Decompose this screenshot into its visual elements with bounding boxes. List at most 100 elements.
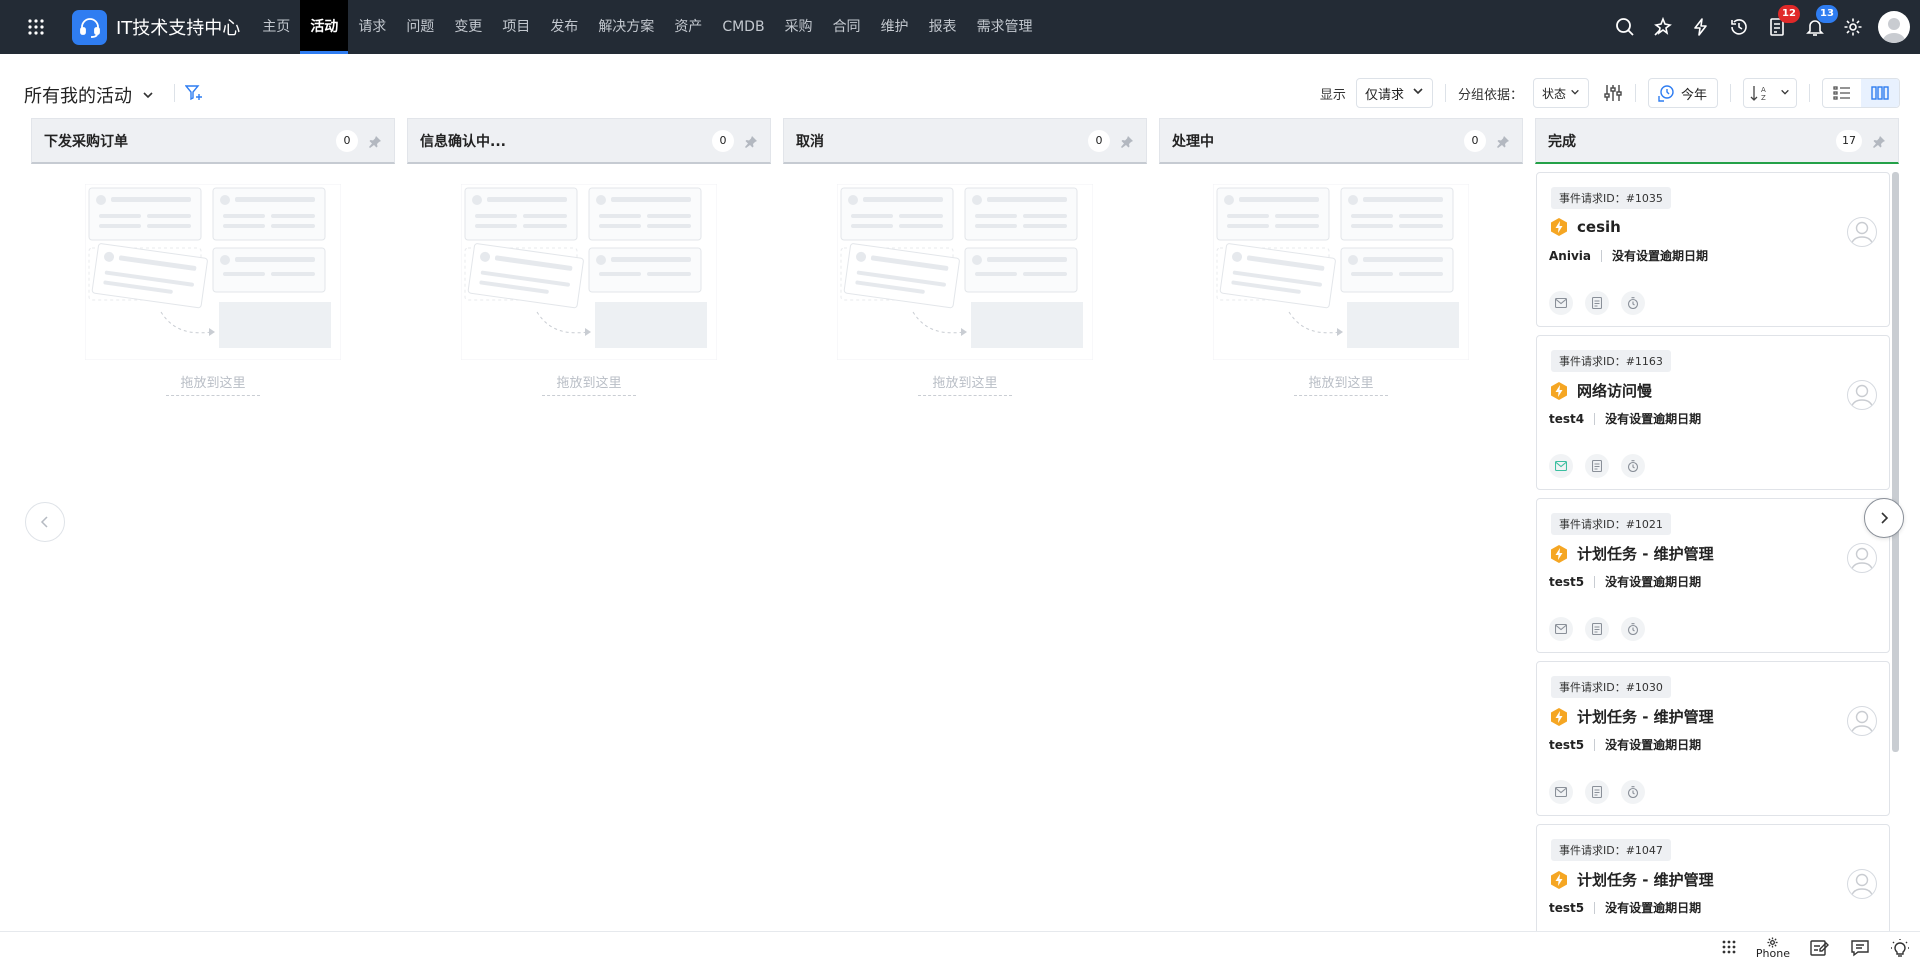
note-icon[interactable] [1585, 291, 1609, 315]
pin-icon[interactable] [368, 134, 382, 148]
timer-icon[interactable] [1621, 780, 1645, 804]
priority-icon [1549, 381, 1569, 401]
board-column: 处理中 0 拖放到这里 [1159, 118, 1523, 396]
column-scrollbar[interactable] [1892, 172, 1899, 752]
pin-icon[interactable] [1120, 134, 1134, 148]
date-range-value: 今年 [1680, 87, 1707, 103]
priority-icon [1549, 217, 1569, 237]
technician-avatar[interactable] [1847, 869, 1877, 899]
drop-zone[interactable]: 拖放到这里 [31, 372, 395, 396]
pin-icon[interactable] [744, 134, 758, 148]
group-by-select[interactable]: 状态 [1532, 78, 1589, 108]
history-icon[interactable] [1720, 0, 1758, 54]
magic-wand-icon[interactable] [1644, 0, 1682, 54]
nav-tab-13[interactable]: 报表 [919, 0, 967, 54]
bottom-bar: Phone [0, 931, 1920, 963]
technician-avatar[interactable] [1847, 217, 1877, 247]
column-header[interactable]: 完成 17 [1535, 118, 1899, 164]
mail-icon[interactable] [1549, 454, 1573, 478]
nav-tab-2[interactable]: 请求 [348, 0, 396, 54]
drop-zone-label: 拖放到这里 [166, 376, 260, 396]
nav-tab-8[interactable]: 资产 [664, 0, 712, 54]
apps-grid-icon[interactable] [0, 0, 72, 54]
request-card[interactable]: 事件请求ID：#1035 cesih Anivia 没有设置逾期日期 [1536, 172, 1890, 327]
user-avatar[interactable] [1878, 11, 1910, 43]
request-title[interactable]: 网络访问慢 [1577, 380, 1652, 401]
nav-tab-3[interactable]: 问题 [396, 0, 444, 54]
timer-icon[interactable] [1621, 617, 1645, 641]
mail-icon[interactable] [1549, 780, 1573, 804]
mail-icon[interactable] [1549, 291, 1573, 315]
nav-tab-12[interactable]: 维护 [871, 0, 919, 54]
nav-tab-14[interactable]: 需求管理 [967, 0, 1043, 54]
nav-tab-6[interactable]: 发布 [540, 0, 588, 54]
nav-tab-0[interactable]: 主页 [252, 0, 300, 54]
svg-text:Z: Z [1761, 94, 1766, 102]
note-icon[interactable] [1585, 617, 1609, 641]
technician-avatar[interactable] [1847, 706, 1877, 736]
group-by-value: 状态 [1541, 86, 1566, 101]
add-filter-icon[interactable] [174, 84, 203, 102]
request-title[interactable]: 计划任务 - 维护管理 [1577, 706, 1714, 727]
pin-icon[interactable] [1496, 134, 1510, 148]
chevron-right-icon [1881, 512, 1889, 524]
pin-icon[interactable] [1872, 134, 1886, 148]
nav-tab-1[interactable]: 活动 [300, 0, 349, 54]
nav-tab-10[interactable]: 采购 [775, 0, 823, 54]
nav-tab-5[interactable]: 项目 [492, 0, 540, 54]
technician-avatar[interactable] [1847, 380, 1877, 410]
drop-zone[interactable]: 拖放到这里 [1159, 372, 1523, 396]
sort-select[interactable]: AZ [1743, 78, 1797, 108]
lightbulb-icon[interactable] [1880, 932, 1920, 963]
request-title[interactable]: cesih [1577, 218, 1621, 236]
request-card[interactable]: 事件请求ID：#1163 网络访问慢 test4 没有设置逾期日期 [1536, 335, 1890, 490]
timer-icon[interactable] [1621, 454, 1645, 478]
column-header[interactable]: 信息确认中... 0 [407, 118, 771, 164]
show-select[interactable]: 仅请求 [1355, 78, 1433, 108]
nav-tab-9[interactable]: CMDB [712, 0, 774, 54]
request-title[interactable]: 计划任务 - 维护管理 [1577, 869, 1714, 890]
view-selector[interactable]: 所有我的活动 [24, 82, 154, 108]
drop-zone-label: 拖放到这里 [1294, 376, 1388, 396]
brand[interactable]: IT技术支持中心 [72, 0, 240, 54]
request-title[interactable]: 计划任务 - 维护管理 [1577, 543, 1714, 564]
nav-tab-4[interactable]: 变更 [444, 0, 492, 54]
request-card[interactable]: 事件请求ID：#1030 计划任务 - 维护管理 test5 没有设置逾期日期 [1536, 661, 1890, 816]
lightning-icon[interactable] [1682, 0, 1720, 54]
request-card[interactable]: 事件请求ID：#1047 计划任务 - 维护管理 test5 没有设置逾期日期 [1536, 824, 1890, 931]
gear-icon[interactable] [1834, 0, 1872, 54]
nav-tab-11[interactable]: 合同 [823, 0, 871, 54]
scroll-right-button[interactable] [1864, 498, 1904, 538]
divider [1594, 412, 1596, 425]
phone-settings-button[interactable]: Phone [1746, 932, 1800, 963]
column-title: 取消 [796, 133, 824, 150]
request-card[interactable]: 事件请求ID：#1021 计划任务 - 维护管理 test5 没有设置逾期日期 [1536, 498, 1890, 653]
top-navigation: IT技术支持中心 主页 活动 请求 问题 变更 项目 发布 解决方案 资产 CMDB 采购 合同 维护报… [0, 0, 1920, 54]
requester-name: test5 [1549, 900, 1585, 915]
list-view-icon[interactable] [1823, 79, 1861, 107]
drop-zone[interactable]: 拖放到这里 [783, 372, 1147, 396]
bell-icon[interactable]: 13 [1796, 0, 1838, 54]
drop-zone[interactable]: 拖放到这里 [407, 372, 771, 396]
column-header[interactable]: 处理中 0 [1159, 118, 1523, 164]
column-header[interactable]: 取消 0 [783, 118, 1147, 164]
note-icon[interactable] [1585, 780, 1609, 804]
technician-avatar[interactable] [1847, 543, 1877, 573]
dialpad-icon[interactable] [1712, 932, 1746, 963]
column-count: 0 [1464, 129, 1486, 152]
priority-icon [1549, 707, 1569, 727]
tasks-icon[interactable]: 12 [1758, 0, 1800, 54]
note-icon[interactable] [1585, 454, 1609, 478]
sliders-icon[interactable] [1603, 78, 1623, 108]
search-icon[interactable] [1606, 0, 1644, 54]
divider [1634, 84, 1636, 102]
chat-icon[interactable] [1840, 932, 1880, 963]
notes-icon[interactable] [1800, 932, 1840, 963]
timer-icon[interactable] [1621, 291, 1645, 315]
mail-icon[interactable] [1549, 617, 1573, 641]
kanban-view-icon[interactable] [1861, 79, 1899, 107]
nav-tab-7[interactable]: 解决方案 [588, 0, 664, 54]
column-header[interactable]: 下发采购订单 0 [31, 118, 395, 164]
date-range-button[interactable]: 今年 [1647, 78, 1718, 108]
scroll-left-button[interactable] [25, 502, 65, 542]
